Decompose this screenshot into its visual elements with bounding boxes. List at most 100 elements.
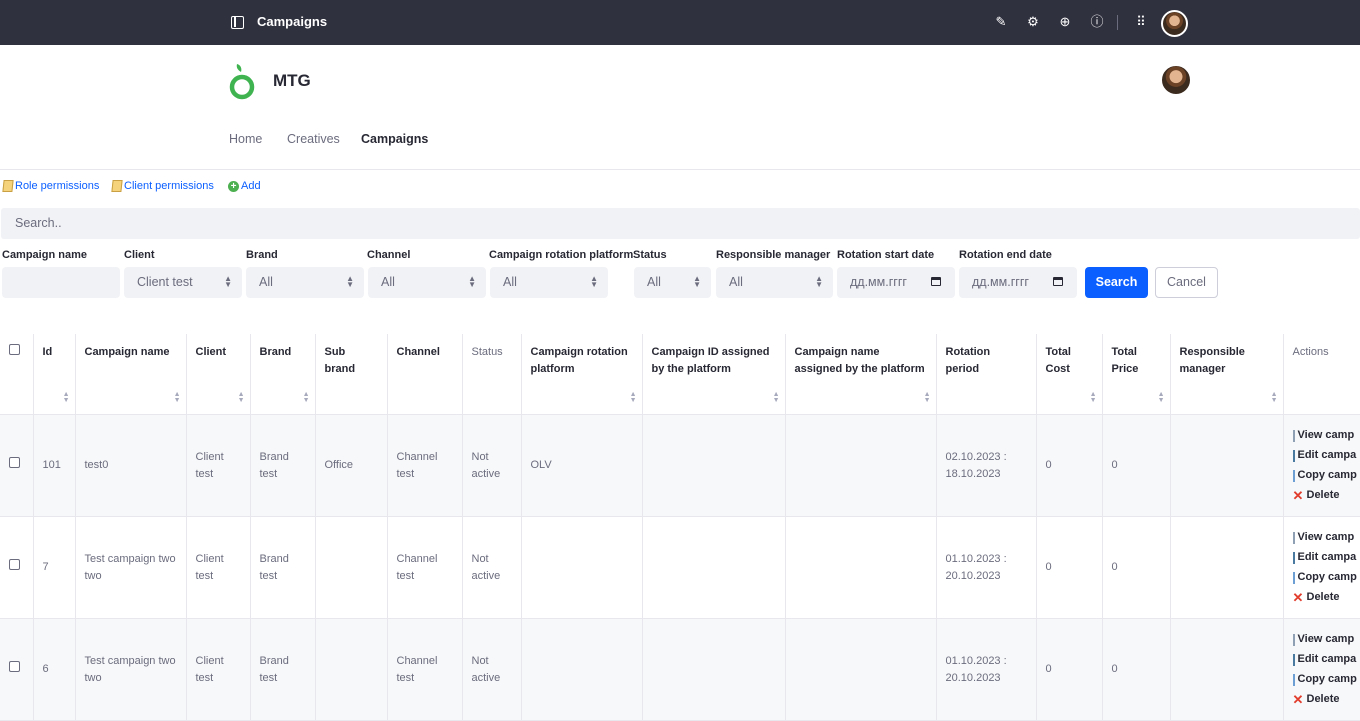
select-arrows-icon: ▲ ▼: [815, 274, 823, 289]
nav-home[interactable]: Home: [229, 132, 262, 146]
start-date-field[interactable]: дд.мм.гггг: [837, 267, 955, 298]
search-input[interactable]: Search..: [1, 208, 1360, 239]
globe-icon[interactable]: ⊕: [1057, 14, 1073, 30]
document-icon: [2, 180, 14, 192]
platform-select[interactable]: All ▲ ▼: [490, 267, 608, 298]
sort-icon[interactable]: ▲ ▼: [174, 391, 181, 404]
copy-campaign-action[interactable]: Copy camp: [1292, 569, 1357, 586]
col-rotation-period[interactable]: Rotation period: [936, 334, 1037, 415]
top-bar: Campaigns ✎ ⚙ ⊕ ⓘ ⠿: [0, 0, 1360, 45]
view-campaign-action[interactable]: View camp: [1292, 529, 1354, 546]
view-campaign-action[interactable]: View camp: [1292, 427, 1354, 444]
col-platform[interactable]: Campaign rotation platform ▲ ▼: [521, 334, 643, 415]
cell-campaign-name: Test campaign two two: [75, 618, 187, 721]
campaign-name-field[interactable]: [2, 267, 120, 298]
edit-campaign-action[interactable]: Edit campa: [1292, 549, 1356, 566]
col-brand[interactable]: Brand ▲ ▼: [250, 334, 316, 415]
cell-status: Not active: [462, 618, 522, 721]
calendar-icon[interactable]: [931, 277, 941, 286]
cell-id: 101: [33, 414, 76, 517]
campaigns-table: Id ▲ ▼ Campaign name ▲ ▼ Client ▲ ▼ Brand ▲ ▼ Su…: [0, 334, 1360, 721]
sort-icon[interactable]: ▲ ▼: [773, 391, 780, 404]
channel-select[interactable]: All ▲ ▼: [368, 267, 486, 298]
status-select-value: All: [647, 275, 661, 289]
calendar-icon[interactable]: [1053, 277, 1063, 286]
status-select[interactable]: All ▲ ▼: [634, 267, 711, 298]
cell-client: Client test: [186, 516, 251, 619]
copy-campaign-action[interactable]: Copy camp: [1292, 467, 1357, 484]
document-icon: [111, 180, 123, 192]
sort-icon[interactable]: ▲ ▼: [1158, 391, 1165, 404]
col-manager[interactable]: Responsible manager ▲ ▼: [1170, 334, 1284, 415]
delete-campaign-action[interactable]: ✕ Delete: [1293, 691, 1351, 708]
sort-icon[interactable]: ▲ ▼: [1090, 391, 1097, 404]
cell-sub-brand: [315, 618, 388, 721]
nav-creatives[interactable]: Creatives: [287, 132, 340, 146]
row-checkbox[interactable]: [9, 559, 20, 570]
cell-status: Not active: [462, 516, 522, 619]
select-arrows-icon: ▲ ▼: [224, 274, 232, 289]
delete-campaign-action[interactable]: ✕ Delete: [1293, 589, 1351, 606]
col-client[interactable]: Client ▲ ▼: [186, 334, 251, 415]
client-select[interactable]: Client test ▲ ▼: [124, 267, 242, 298]
row-checkbox[interactable]: [9, 457, 20, 468]
cancel-button[interactable]: Cancel: [1155, 267, 1218, 298]
search-button[interactable]: Search: [1085, 267, 1148, 298]
profile-avatar[interactable]: [1160, 64, 1192, 96]
row-checkbox[interactable]: [9, 661, 20, 672]
col-channel-label: Channel: [396, 346, 440, 358]
copy-campaign-action[interactable]: Copy camp: [1292, 671, 1357, 688]
col-platform-name[interactable]: Campaign name assigned by the platform ▲ ▼: [785, 334, 937, 415]
edit-campaign-action[interactable]: Edit campa: [1292, 651, 1356, 668]
role-permissions-link[interactable]: Role permissions: [2, 180, 99, 192]
col-id[interactable]: Id ▲ ▼: [33, 334, 76, 415]
select-all-checkbox[interactable]: [9, 344, 20, 355]
col-sub-brand[interactable]: Sub brand: [315, 334, 388, 415]
filter-label-end-date: Rotation end date: [959, 249, 1052, 261]
sort-icon[interactable]: ▲ ▼: [303, 391, 310, 404]
info-icon[interactable]: ⓘ: [1089, 14, 1105, 30]
sort-icon[interactable]: ▲ ▼: [63, 391, 70, 404]
cell-total-price: 0: [1102, 618, 1171, 721]
sort-icon[interactable]: ▲ ▼: [630, 391, 637, 404]
sort-icon[interactable]: ▲ ▼: [924, 391, 931, 404]
view-campaign-action[interactable]: View camp: [1292, 631, 1354, 648]
col-campaign-name[interactable]: Campaign name ▲ ▼: [75, 334, 187, 415]
sort-icon[interactable]: ▲ ▼: [1271, 391, 1278, 404]
pencil-icon[interactable]: ✎: [993, 14, 1009, 30]
user-avatar[interactable]: [1161, 10, 1188, 37]
col-platform-name-label: Campaign name assigned by the platform: [794, 346, 925, 375]
brand-select[interactable]: All ▲ ▼: [246, 267, 364, 298]
add-link[interactable]: + Add: [228, 180, 261, 192]
col-channel[interactable]: Channel: [387, 334, 463, 415]
select-arrows-icon: ▲ ▼: [346, 274, 354, 289]
sort-icon[interactable]: ▲ ▼: [238, 391, 245, 404]
nav-campaigns[interactable]: Campaigns: [361, 132, 428, 146]
sidebar-toggle-icon[interactable]: [231, 16, 244, 29]
view-icon: [1292, 531, 1295, 544]
col-total-cost-label: Total Cost: [1045, 346, 1071, 375]
col-total-cost[interactable]: Total Cost ▲ ▼: [1036, 334, 1103, 415]
filter-label-channel: Channel: [367, 249, 411, 261]
col-brand-label: Brand: [259, 346, 292, 358]
row-select-cell: [0, 516, 34, 619]
manager-select[interactable]: All ▲ ▼: [716, 267, 833, 298]
cell-actions: View camp Edit campa Copy camp ✕ Delete: [1283, 618, 1360, 721]
delete-campaign-action[interactable]: ✕ Delete: [1293, 487, 1351, 504]
cell-platform: [521, 516, 643, 619]
apps-grid-icon[interactable]: ⠿: [1133, 14, 1149, 30]
gear-icon[interactable]: ⚙: [1025, 14, 1041, 30]
view-icon: [1292, 429, 1295, 442]
add-label: Add: [241, 180, 261, 192]
edit-campaign-action[interactable]: Edit campa: [1292, 447, 1356, 464]
edit-icon: [1292, 551, 1295, 564]
col-platform-id[interactable]: Campaign ID assigned by the platform ▲ ▼: [642, 334, 786, 415]
copy-action-label: Copy camp: [1297, 469, 1357, 481]
col-total-price[interactable]: Total Price ▲ ▼: [1102, 334, 1171, 415]
end-date-field[interactable]: дд.мм.гггг: [959, 267, 1077, 298]
col-total-price-label: Total Price: [1111, 346, 1139, 375]
client-permissions-link[interactable]: Client permissions: [111, 180, 214, 192]
filter-label-start-date: Rotation start date: [837, 249, 935, 261]
filter-label-client: Client: [124, 249, 155, 261]
cell-status: Not active: [462, 414, 522, 517]
